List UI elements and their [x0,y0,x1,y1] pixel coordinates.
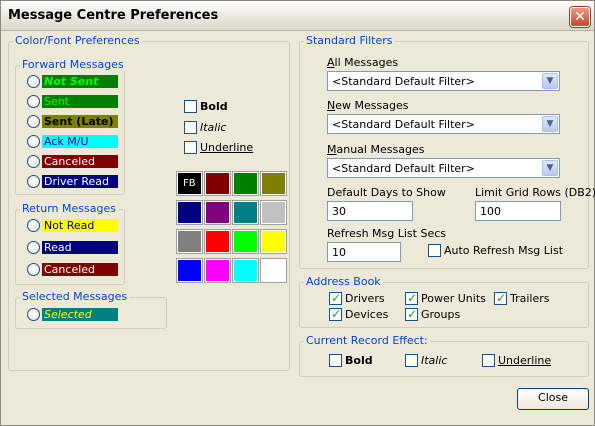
palette-color-6[interactable] [232,200,259,225]
chevron-down-icon[interactable]: ▼ [542,73,558,89]
record-bold-checkbox[interactable] [329,354,342,367]
devices-label: Devices [345,308,389,321]
all-messages-label: All Messages [327,56,399,69]
return-swatch-1: Read [42,241,118,254]
forward-swatch-4: Canceled [42,155,118,168]
groups-label: Groups [421,308,461,321]
forward-messages-legend: Forward Messages [20,58,126,71]
power-units-checkbox[interactable] [405,291,418,305]
default-days-input[interactable]: 30 [327,201,413,221]
palette-color-1[interactable] [204,171,231,196]
refresh-secs-label: Refresh Msg List Secs [327,227,446,240]
record-underline-label: Underline [498,354,552,367]
return-swatch-2: Canceled [42,263,118,276]
default-days-value: 30 [332,205,346,218]
new-messages-label: New Messages [327,99,409,112]
return-swatch-0: Not Read [42,219,118,232]
new-messages-value: <Standard Default Filter> [332,118,475,131]
forward-swatch-3: Ack M/U [42,135,118,148]
address-book-group: Address Book [299,275,589,328]
forward-swatch-1: Sent [42,95,118,108]
record-bold-label: Bold [345,354,373,367]
bold-label: Bold [200,100,228,113]
trailers-label: Trailers [510,292,550,305]
new-messages-select[interactable]: <Standard Default Filter> ▼ [327,114,560,134]
palette-color-3[interactable] [260,171,287,196]
window-title: Message Centre Preferences [8,8,219,23]
default-days-label: Default Days to Show [327,186,446,199]
record-underline-checkbox[interactable] [482,354,495,367]
drivers-label: Drivers [345,292,385,305]
palette-color-13[interactable] [204,258,231,283]
italic-label: Italic [200,121,227,134]
palette-color-7[interactable] [260,200,287,225]
forward-radio-1[interactable] [27,95,40,108]
limit-grid-rows-value: 100 [480,205,501,218]
all-messages-select[interactable]: <Standard Default Filter> ▼ [327,71,560,91]
record-italic-label: Italic [421,354,448,367]
selected-radio-0[interactable] [27,308,40,321]
power-units-label: Power Units [421,292,486,305]
auto-refresh-label: Auto Refresh Msg List [444,244,564,257]
bold-checkbox[interactable] [184,100,197,113]
limit-grid-rows-label: Limit Grid Rows (DB2) [475,186,595,199]
italic-checkbox[interactable] [184,121,197,134]
trailers-checkbox[interactable] [494,291,507,305]
underline-checkbox[interactable] [184,141,197,154]
limit-grid-rows-input[interactable]: 100 [475,201,561,221]
palette-color-14[interactable] [232,258,259,283]
forward-swatch-5: Driver Read [42,175,118,188]
groups-checkbox[interactable] [405,307,418,321]
title-bar: Message Centre Preferences ✕ [1,1,594,31]
palette-color-9[interactable] [204,229,231,254]
forward-radio-5[interactable] [27,175,40,188]
forward-radio-3[interactable] [27,135,40,148]
record-italic-checkbox[interactable] [405,354,418,367]
palette-color-10[interactable] [232,229,259,254]
forward-radio-2[interactable] [27,115,40,128]
palette-color-2[interactable] [232,171,259,196]
standard-filters-legend: Standard Filters [304,34,395,47]
return-radio-0[interactable] [27,219,40,232]
manual-messages-value: <Standard Default Filter> [332,162,475,175]
palette-color-5[interactable] [204,200,231,225]
palette-color-0[interactable]: FB [176,171,203,196]
forward-radio-0[interactable] [27,75,40,88]
color-font-legend: Color/Font Preferences [13,34,142,47]
selected-swatch-0: Selected [42,308,118,321]
chevron-down-icon[interactable]: ▼ [542,160,558,176]
devices-checkbox[interactable] [329,307,342,321]
selected-messages-legend: Selected Messages [20,290,130,303]
close-icon[interactable]: ✕ [570,7,590,27]
forward-swatch-2: Sent (Late) [42,115,118,128]
palette-color-8[interactable] [176,229,203,254]
return-radio-2[interactable] [27,263,40,276]
manual-messages-label: Manual Messages [327,143,425,156]
return-radio-1[interactable] [27,241,40,254]
forward-radio-4[interactable] [27,155,40,168]
preferences-dialog: Message Centre Preferences ✕ Color/Font … [0,0,595,426]
palette-color-12[interactable] [176,258,203,283]
refresh-secs-input[interactable]: 10 [327,242,401,262]
return-messages-legend: Return Messages [20,202,118,215]
underline-label: Underline [200,141,254,154]
address-book-legend: Address Book [304,275,383,288]
all-messages-value: <Standard Default Filter> [332,75,475,88]
forward-swatch-0: Not Sent [42,75,118,88]
close-button[interactable]: Close [517,388,589,410]
palette-color-15[interactable] [260,258,287,283]
palette-color-11[interactable] [260,229,287,254]
chevron-down-icon[interactable]: ▼ [542,116,558,132]
auto-refresh-checkbox[interactable] [428,244,441,257]
palette-color-4[interactable] [176,200,203,225]
manual-messages-select[interactable]: <Standard Default Filter> ▼ [327,158,560,178]
drivers-checkbox[interactable] [329,291,342,305]
current-record-legend: Current Record Effect: [304,334,430,347]
palette-sample-text: FB [183,178,196,189]
refresh-secs-value: 10 [332,246,346,259]
